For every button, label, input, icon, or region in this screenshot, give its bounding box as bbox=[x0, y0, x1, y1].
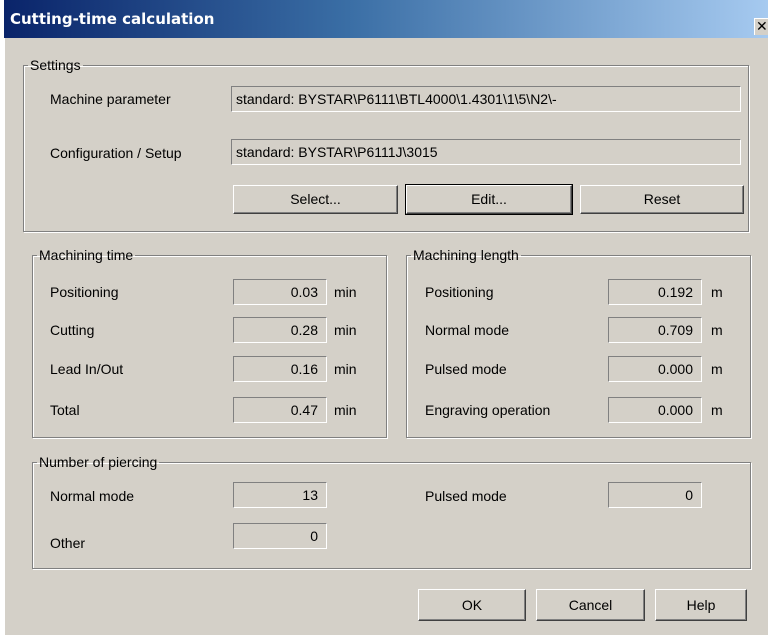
length-pulsed-unit: m bbox=[711, 361, 723, 377]
machine-parameter-field[interactable]: standard: BYSTAR\P6111\BTL4000\1.4301\1\… bbox=[231, 86, 741, 112]
length-engraving-unit: m bbox=[711, 402, 723, 418]
help-button[interactable]: Help bbox=[655, 589, 747, 621]
piercing-pulsed-label: Pulsed mode bbox=[425, 488, 507, 504]
select-button[interactable]: Select... bbox=[233, 185, 398, 214]
title-bar[interactable]: Cutting-time calculation ✕ bbox=[4, 0, 768, 38]
piercing-normal-label: Normal mode bbox=[50, 488, 135, 504]
length-normal-label: Normal mode bbox=[425, 322, 510, 338]
machining-length-legend: Machining length bbox=[413, 247, 519, 263]
piercing-normal-value[interactable]: 13 bbox=[233, 482, 327, 508]
time-cutting-value[interactable]: 0.28 bbox=[233, 317, 327, 343]
length-positioning-unit: m bbox=[711, 284, 723, 300]
cancel-button[interactable]: Cancel bbox=[536, 589, 645, 621]
time-cutting-unit: min bbox=[334, 322, 357, 338]
time-cutting-label: Cutting bbox=[50, 322, 95, 338]
length-engraving-label: Engraving operation bbox=[425, 402, 551, 418]
time-positioning-value[interactable]: 0.03 bbox=[233, 279, 327, 305]
length-pulsed-label: Pulsed mode bbox=[425, 361, 507, 377]
length-positioning-label: Positioning bbox=[425, 284, 494, 300]
time-total-unit: min bbox=[334, 402, 357, 418]
settings-legend: Settings bbox=[30, 57, 81, 73]
machine-parameter-label: Machine parameter bbox=[50, 91, 171, 107]
ok-button[interactable]: OK bbox=[418, 589, 526, 621]
piercing-other-value[interactable]: 0 bbox=[233, 523, 327, 549]
configuration-label: Configuration / Setup bbox=[50, 145, 182, 161]
time-total-value[interactable]: 0.47 bbox=[233, 397, 327, 423]
length-pulsed-value[interactable]: 0.000 bbox=[608, 356, 702, 382]
piercing-pulsed-value[interactable]: 0 bbox=[608, 482, 702, 508]
piercing-legend: Number of piercing bbox=[39, 454, 158, 470]
window-title: Cutting-time calculation bbox=[10, 10, 215, 28]
machining-time-legend: Machining time bbox=[39, 247, 134, 263]
configuration-field[interactable]: standard: BYSTAR\P6111J\3015 bbox=[231, 139, 741, 165]
edit-button[interactable]: Edit... bbox=[405, 184, 573, 215]
piercing-group: Number of piercing bbox=[32, 455, 751, 569]
reset-button[interactable]: Reset bbox=[580, 185, 744, 214]
time-positioning-unit: min bbox=[334, 284, 357, 300]
close-icon[interactable]: ✕ bbox=[754, 18, 768, 35]
length-normal-unit: m bbox=[711, 322, 723, 338]
piercing-other-label: Other bbox=[50, 535, 86, 551]
cutting-time-dialog: Cutting-time calculation ✕ Settings Mach… bbox=[4, 0, 768, 635]
length-positioning-value[interactable]: 0.192 bbox=[608, 279, 702, 305]
time-total-label: Total bbox=[50, 402, 80, 418]
time-leadinout-label: Lead In/Out bbox=[50, 361, 124, 377]
length-normal-value[interactable]: 0.709 bbox=[608, 317, 702, 343]
time-leadinout-unit: min bbox=[334, 361, 357, 377]
length-engraving-value[interactable]: 0.000 bbox=[608, 397, 702, 423]
time-leadinout-value[interactable]: 0.16 bbox=[233, 356, 327, 382]
time-positioning-label: Positioning bbox=[50, 284, 119, 300]
